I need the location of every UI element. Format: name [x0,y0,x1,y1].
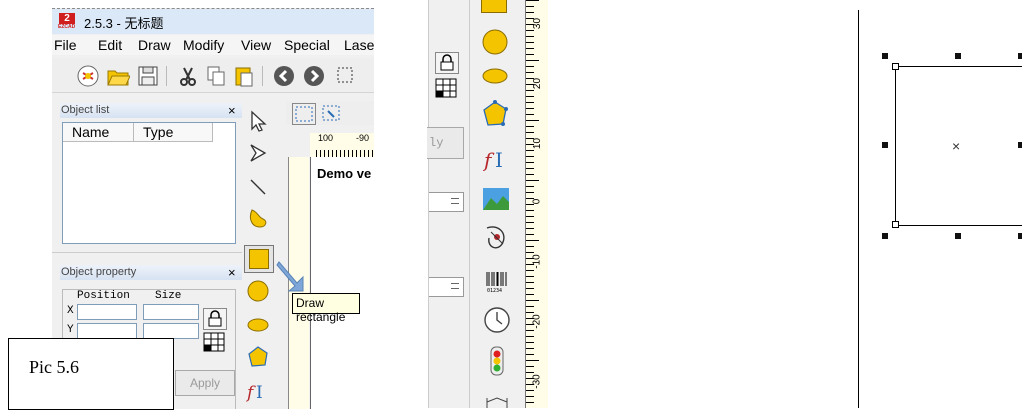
curve-icon[interactable] [246,207,270,231]
size-x-field[interactable] [143,304,199,320]
menu-modify[interactable]: Modify [183,37,224,53]
lock-icon[interactable] [203,308,227,330]
ellipse-icon[interactable] [481,66,509,86]
zoom-select-icon[interactable] [292,103,316,125]
text-icon[interactable]: fI [482,145,511,173]
canvas-toolbar [286,101,374,125]
resize-handle[interactable] [882,142,888,148]
svg-text:I: I [495,148,503,172]
apply-button[interactable]: ly [427,127,464,159]
center-mark-icon: × [952,138,961,154]
menu-view[interactable]: View [241,37,271,53]
forward-arrow-icon[interactable] [302,64,326,88]
resize-handle[interactable] [1018,142,1022,148]
anchor-grid-icon[interactable] [435,78,457,98]
rectangle-icon [481,0,507,13]
x-label: X [67,305,74,317]
menu-bar: File Edit Draw Modify View Special Lase [52,35,374,55]
open-folder-icon[interactable] [106,64,131,88]
menu-special[interactable]: Special [284,37,330,53]
corner-node[interactable] [892,63,899,70]
apply-button[interactable]: Apply [175,370,235,396]
select-icon[interactable] [334,64,358,88]
circle-icon[interactable] [481,28,509,56]
position-x-field[interactable] [77,304,137,320]
horizontal-ruler: 100 -90 [310,133,374,158]
title-bar: 2 EZCAD 2.5.3 - 无标题 [52,9,374,34]
text-icon[interactable]: fI [245,379,270,403]
highlight-arrow-icon [276,261,304,292]
middle-panel: ly fI 01234 30 20 10 0 -10 -20 -30 [427,0,548,408]
resize-handle[interactable] [882,53,888,59]
main-toolbar [52,58,374,93]
column-header-name[interactable]: Name [63,123,134,142]
svg-text:I: I [256,383,263,403]
size-y-field[interactable] [143,323,199,339]
back-arrow-icon[interactable] [272,64,296,88]
menu-edit[interactable]: Edit [98,37,122,53]
resize-handle[interactable] [1018,233,1022,239]
pointer-icon[interactable] [246,109,270,133]
anchor-grid-icon[interactable] [203,332,225,352]
resize-handle[interactable] [955,53,961,59]
clock-icon[interactable] [483,306,511,334]
position-y-field[interactable] [77,323,137,339]
ellipse-icon[interactable] [246,313,270,337]
size-label: Size [155,290,182,302]
vertical-ruler: 30 20 10 0 -10 -20 -30 [525,0,548,408]
close-icon[interactable]: × [228,265,236,280]
resize-handle[interactable] [1018,53,1022,59]
caption-box: Pic 5.6 [8,338,174,410]
app-logo: 2 EZCAD [58,13,76,30]
draw-toolbar: fI [242,101,284,409]
window-title: 2.5.3 - 无标题 [84,16,164,31]
save-icon[interactable] [136,64,160,88]
resize-handle[interactable] [882,233,888,239]
drawing-canvas[interactable]: Demo ve [310,157,374,409]
zoom-fit-icon[interactable] [320,103,342,123]
column-header-type[interactable]: Type [134,123,213,142]
new-file-icon[interactable] [76,64,100,88]
input-port-icon[interactable] [483,392,511,408]
line-icon[interactable] [246,175,270,199]
cut-icon[interactable] [176,64,200,88]
polygon-icon[interactable] [481,100,509,128]
menu-laser[interactable]: Lase [344,37,374,53]
y-label: Y [67,324,74,336]
resize-handle[interactable] [955,233,961,239]
node-edit-icon[interactable] [246,141,270,165]
image-icon[interactable] [483,188,509,210]
object-list[interactable]: Name Type [62,122,236,244]
svg-text:01234: 01234 [487,288,502,294]
barcode-icon[interactable]: 01234 [485,270,509,294]
traffic-light-icon[interactable] [487,346,507,376]
position-label: Position [77,290,130,302]
close-icon[interactable]: × [228,103,236,118]
polygon-icon[interactable] [246,345,270,369]
corner-node[interactable] [892,221,899,228]
object-property-header: Object property × [60,265,242,280]
menu-file[interactable]: File [54,37,77,53]
svg-text:f: f [483,148,495,172]
canvas-detail: × [858,0,1022,408]
size-field-spin[interactable] [429,192,464,212]
vector-file-icon[interactable] [483,224,509,252]
copy-icon[interactable] [204,64,228,88]
menu-draw[interactable]: Draw [138,37,171,53]
lock-icon[interactable] [435,52,459,74]
svg-text:f: f [246,383,256,403]
object-list-header: Object list × [60,103,242,118]
size-field-spin[interactable] [429,277,464,297]
paste-icon[interactable] [232,64,256,88]
